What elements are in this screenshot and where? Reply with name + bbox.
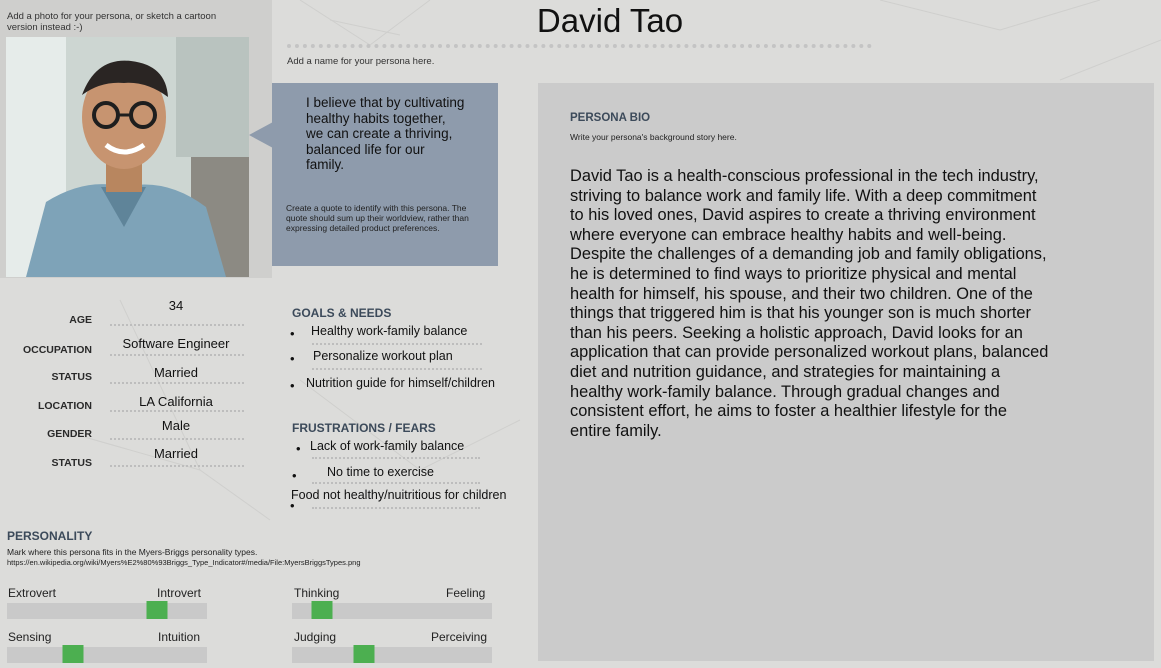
persona-quote[interactable]: I believe that by cultivating healthy ha… (306, 95, 466, 173)
scale-track (292, 601, 492, 619)
frustrations-title: FRUSTRATIONS / FEARS (292, 421, 436, 435)
occupation-underline (110, 354, 244, 356)
location-value[interactable]: LA California (108, 394, 244, 409)
frustration-underline (312, 457, 480, 459)
bio-hint: Write your persona's background story he… (570, 132, 737, 142)
goal-item[interactable]: Healthy work-family balance (311, 324, 467, 338)
quote-tail (249, 122, 273, 148)
frustration-item[interactable]: Lack of work-family balance (310, 439, 464, 453)
scale-left-label: Judging (294, 630, 337, 644)
scale-slider-handle[interactable] (353, 645, 375, 663)
scale-left-label: Sensing (8, 630, 52, 644)
goals-title: GOALS & NEEDS (292, 306, 392, 320)
occupation-label: OCCUPATION (22, 344, 92, 356)
scale-right-label: Introvert (157, 586, 202, 600)
name-hint: Add a name for your persona here. (287, 56, 435, 67)
frustration-underline (312, 507, 480, 509)
gender-label: GENDER (47, 428, 92, 440)
bio-text[interactable]: David Tao is a health-conscious professi… (570, 167, 1050, 441)
gender-underline (110, 438, 244, 440)
personality-title: PERSONALITY (7, 529, 93, 543)
scale-track (7, 601, 207, 619)
frustration-bullet: • (292, 468, 297, 483)
goal-item[interactable]: Personalize workout plan (313, 349, 453, 363)
scale-slider-handle[interactable] (146, 601, 168, 619)
scale-left-label: Extrovert (8, 586, 57, 600)
frustration-bullet: • (290, 498, 295, 513)
age-value[interactable]: 34 (108, 298, 244, 313)
scale-left-label: Thinking (294, 586, 340, 600)
goal-underline (312, 368, 482, 370)
status-value[interactable]: Married (108, 365, 244, 380)
persona-photo-illustration (6, 37, 249, 277)
goal-item[interactable]: Nutrition guide for himself/children (306, 376, 495, 390)
frustration-underline (312, 482, 480, 484)
name-divider (287, 44, 872, 48)
location-underline (110, 410, 244, 412)
occupation-value[interactable]: Software Engineer (108, 336, 244, 351)
age-label: AGE (69, 314, 92, 326)
scale-slider-handle[interactable] (62, 645, 84, 663)
persona-name[interactable]: David Tao (500, 2, 720, 40)
scale-slider-handle[interactable] (311, 601, 333, 619)
scale-right-label: Feeling (446, 586, 486, 600)
bio-title: PERSONA BIO (570, 112, 651, 124)
goal-bullet: • (290, 326, 295, 341)
persona-photo[interactable] (6, 37, 249, 277)
frustration-item[interactable]: No time to exercise (327, 465, 434, 479)
scale-track (292, 645, 492, 663)
scale-track (7, 645, 207, 663)
goal-bullet: • (290, 351, 295, 366)
personality-hint: Mark where this persona fits in the Myer… (7, 547, 258, 557)
goal-underline (312, 343, 482, 345)
personality-url[interactable]: https://en.wikipedia.org/wiki/Myers%E2%8… (7, 558, 361, 567)
status-label-2: STATUS (51, 457, 92, 469)
photo-hint: Add a photo for your persona, or sketch … (7, 11, 217, 33)
quote-hint: Create a quote to identify with this per… (286, 203, 469, 233)
status-label: STATUS (51, 371, 92, 383)
age-underline (110, 324, 244, 326)
status-value-2[interactable]: Married (108, 446, 244, 461)
location-label: LOCATION (37, 400, 92, 412)
scale-right-label: Perceiving (431, 630, 488, 644)
gender-value[interactable]: Male (108, 418, 244, 433)
frustration-bullet: • (296, 441, 301, 456)
scale-right-label: Intuition (158, 630, 201, 644)
goal-bullet: • (290, 378, 295, 393)
status-underline-2 (110, 465, 244, 467)
frustration-item[interactable]: Food not healthy/nuitritious for childre… (291, 488, 506, 502)
status-underline (110, 382, 244, 384)
